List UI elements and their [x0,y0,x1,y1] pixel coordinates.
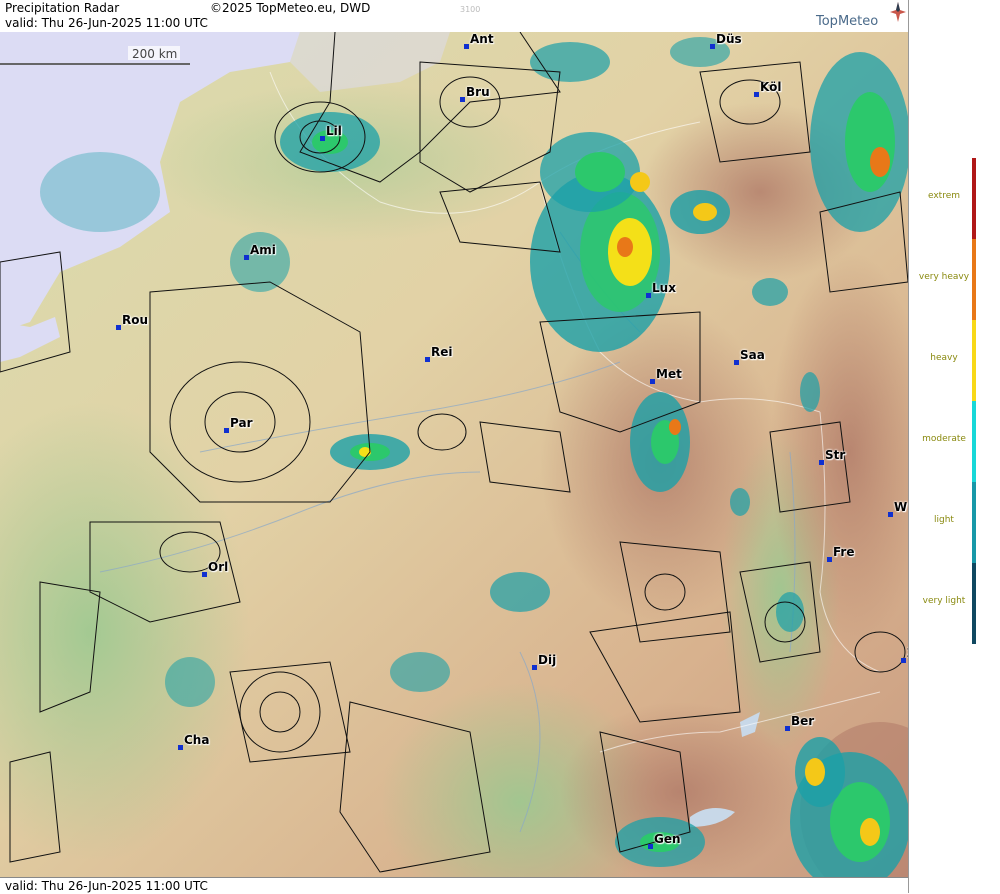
city-label: Düs [716,32,742,46]
city-label: Str [825,448,846,462]
city-marker [888,512,893,517]
city-label: Rei [431,345,453,359]
city-marker [532,665,537,670]
city-label: Rou [122,313,149,327]
city-label: Bru [466,85,490,99]
map-code: 3100 [460,5,481,14]
legend-label: heavy [930,353,958,363]
city-label: Saa [740,348,765,362]
city-marker [827,557,832,562]
map-title: Precipitation Radar [5,1,120,15]
city-label: Ant [470,32,494,46]
city-label: Par [230,416,253,430]
legend-label: moderate [922,434,966,444]
legend-label: very heavy [918,272,970,282]
city-label: Ami [250,243,276,257]
copyright-text: ©2025 TopMeteo.eu, DWD [210,1,371,15]
city-marker [425,357,430,362]
city-marker [901,658,906,663]
city-marker [754,92,759,97]
header-bar: Precipitation Radar ©2025 TopMeteo.eu, D… [0,0,908,33]
terrain-layer: 200 km [0,32,908,877]
legend-colorbar [972,158,976,644]
city-marker [244,255,249,260]
city-marker [116,325,121,330]
city-label: Met [656,367,682,381]
logo-text: TopMeteo [816,14,879,29]
city-label: Dij [538,653,557,667]
city-marker [460,97,465,102]
city-label: Orl [208,560,229,574]
city-marker [320,136,325,141]
city-marker [646,293,651,298]
scale-label: 200 km [132,47,177,61]
city-marker [648,844,653,849]
footer-valid-time: valid: Thu 26-Jun-2025 11:00 UTC [5,879,208,893]
city-marker [785,726,790,731]
intensity-legend: extrem very heavy heavy moderate light very l… [908,0,1000,893]
city-label: Lil [326,124,342,138]
footer-bar: valid: Thu 26-Jun-2025 11:00 UTC [0,877,908,894]
topmeteo-logo: TopMeteo [816,2,906,29]
legend-label: very light [922,596,966,606]
city-marker [178,745,183,750]
city-marker [464,44,469,49]
city-label: Ber [791,714,815,728]
city-label: Gen [654,832,681,846]
city-label: Lux [652,281,676,295]
city-marker [650,379,655,384]
radar-map[interactable]: 200 km Ant Düs Bru Köl Lil Ami Lux Rou Rei Saa Met… [0,32,908,877]
compass-icon [890,2,906,22]
valid-time: valid: Thu 26-Jun-2025 11:00 UTC [5,16,208,30]
city-marker [819,460,824,465]
city-marker [202,572,207,577]
city-label: Fre [833,545,855,559]
legend-label: light [934,515,954,525]
city-marker [710,44,715,49]
city-label: Cha [184,733,210,747]
city-marker [734,360,739,365]
city-label: W [894,500,908,514]
city-label: Köl [760,80,782,94]
city-marker [224,428,229,433]
legend-label: extrem [927,191,961,201]
